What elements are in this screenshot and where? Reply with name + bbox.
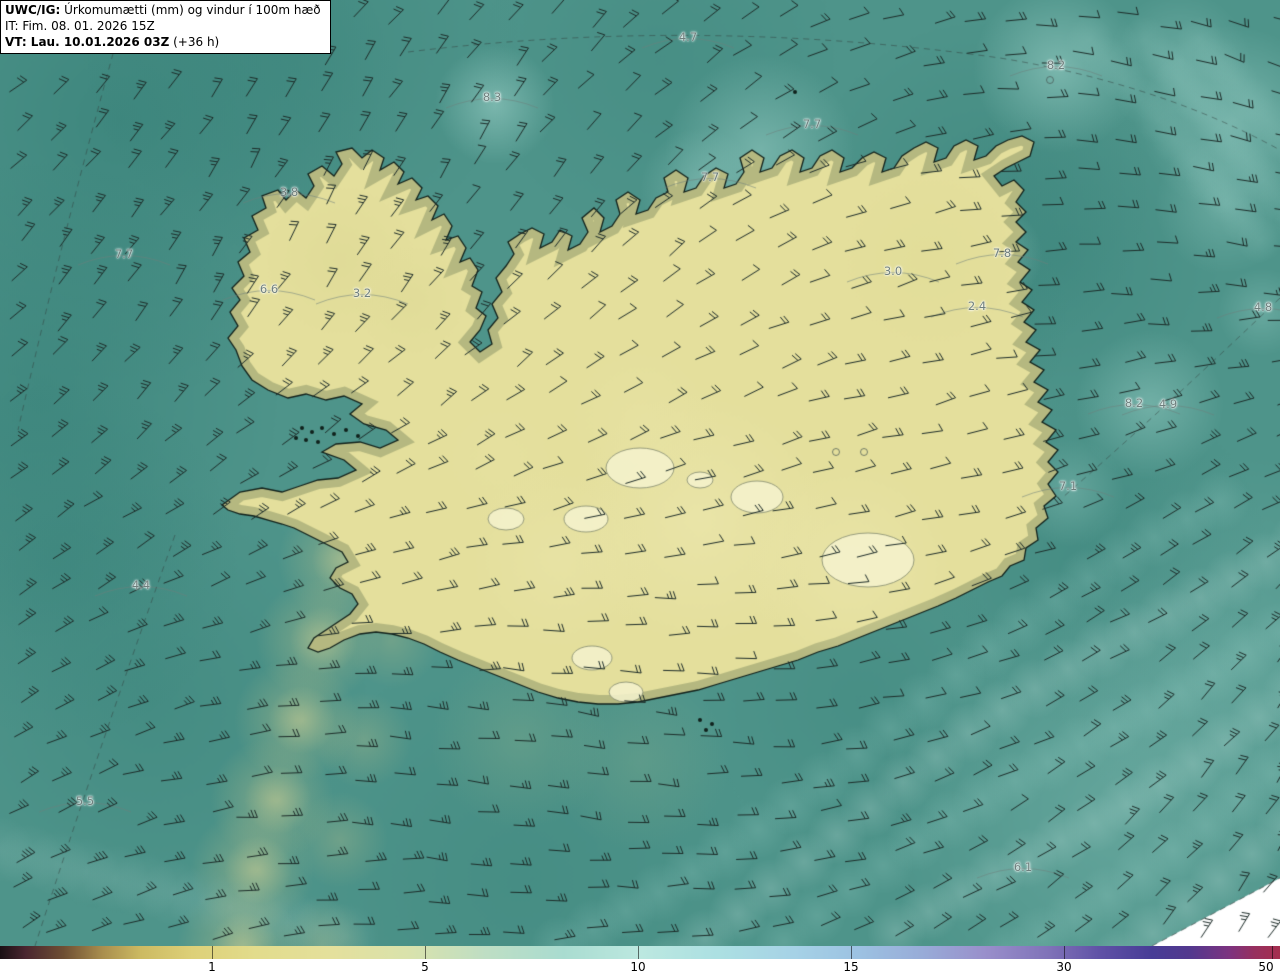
colorbar-tick bbox=[212, 946, 213, 959]
map-title: Úrkomumætti (mm) og vindur í 100m hæð bbox=[60, 3, 321, 17]
colorbar-gradient bbox=[0, 946, 1280, 959]
weather-map-app: 4.7 8.2 8.3 7.7 7.7 3.8 7.7 7.8 3.0 6.6 3.2 2.4 4.8 8… bbox=[0, 0, 1280, 978]
colorbar-tick bbox=[425, 946, 426, 959]
colorbar-tick-label: 5 bbox=[421, 960, 429, 974]
colorbar-tick bbox=[1064, 946, 1065, 959]
colorbar-tick-label: 15 bbox=[843, 960, 859, 974]
colorbar-tick bbox=[851, 946, 852, 959]
colorbar: 1 5 10 15 30 50 bbox=[0, 946, 1280, 978]
weather-map-canvas bbox=[0, 0, 1280, 946]
valid-offset: (+36 h) bbox=[169, 34, 220, 49]
title-line: UWC/IG: Úrkomumætti (mm) og vindur í 100… bbox=[5, 3, 321, 19]
valid-time-line: VT: Lau. 10.01.2026 03Z (+36 h) bbox=[5, 35, 321, 51]
colorbar-tick-label: 30 bbox=[1056, 960, 1072, 974]
model-name: UWC/IG: bbox=[5, 3, 61, 17]
colorbar-tick-label: 50 bbox=[1258, 960, 1274, 974]
map-title-box: UWC/IG: Úrkomumætti (mm) og vindur í 100… bbox=[0, 0, 331, 55]
colorbar-tick bbox=[1272, 946, 1273, 959]
colorbar-tick bbox=[638, 946, 639, 959]
init-time-line: IT: Fim. 08. 01. 2026 15Z bbox=[5, 18, 155, 33]
valid-time: VT: Lau. 10.01.2026 03Z bbox=[5, 34, 170, 49]
colorbar-tick-label: 10 bbox=[630, 960, 646, 974]
colorbar-tick-label: 1 bbox=[208, 960, 216, 974]
